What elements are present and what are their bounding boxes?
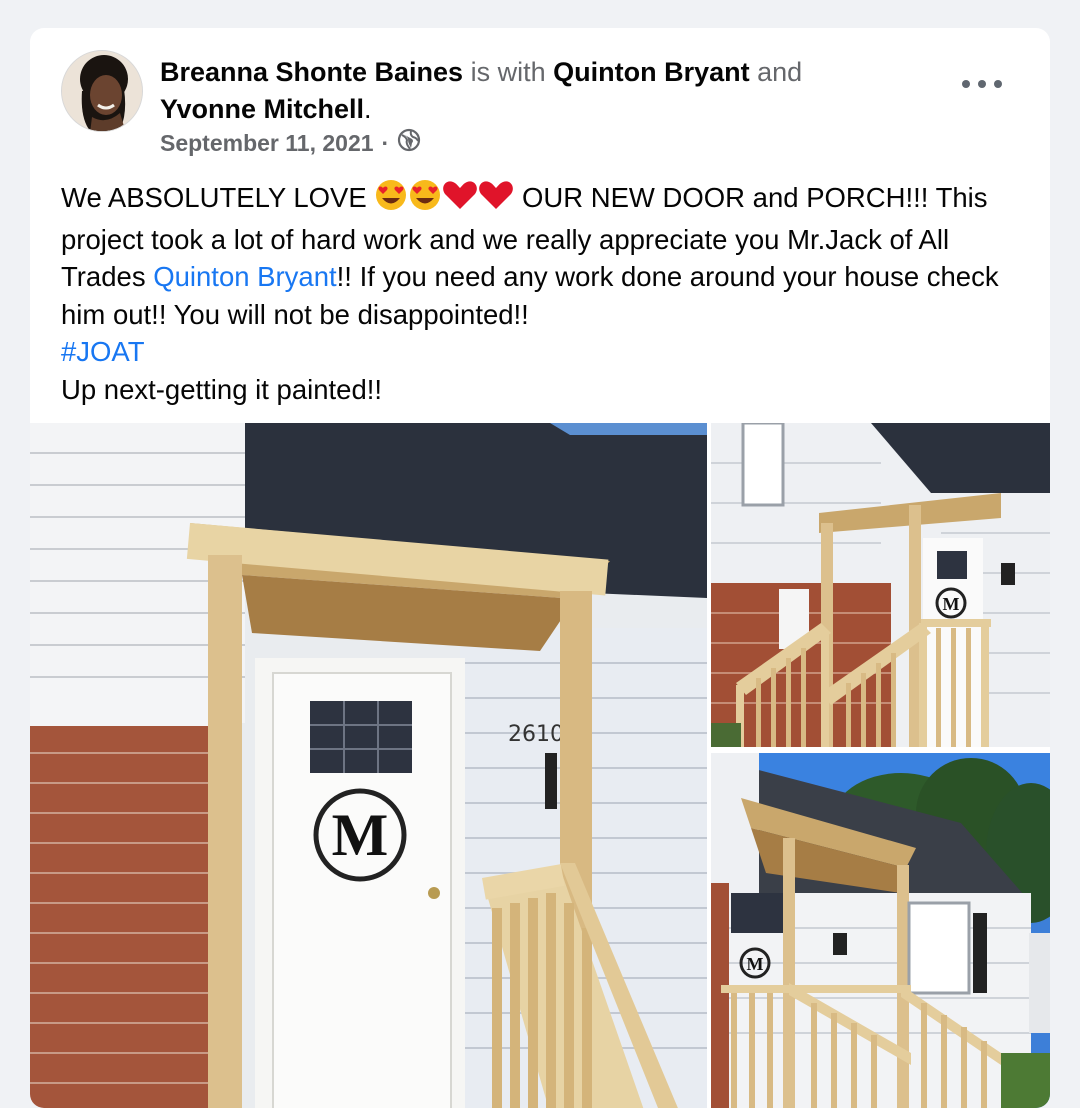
post-date[interactable]: September 11, 2021 [160, 130, 374, 157]
tagged-user-1[interactable]: Quinton Bryant [553, 57, 750, 87]
author-name[interactable]: Breanna Shonte Baines [160, 57, 463, 87]
hashtag-link[interactable]: #JOAT [61, 336, 145, 367]
door-monogram-3: M [747, 954, 764, 974]
meta-separator: · [381, 129, 390, 156]
post-meta: September 11, 2021 · [160, 128, 421, 158]
more-options-icon[interactable] [962, 72, 1002, 96]
tagged-user-2[interactable]: Yvonne Mitchell [160, 94, 364, 124]
door-monogram-2: M [943, 594, 960, 614]
heart-eyes-emoji [374, 179, 408, 221]
mention-link[interactable]: Quinton Bryant [153, 261, 336, 292]
heart-eyes-emoji [408, 179, 442, 221]
dot-1 [962, 80, 970, 88]
and-text: and [749, 57, 803, 87]
photo-main[interactable]: M 2610 [30, 423, 707, 1108]
post-card: Breanna Shonte Baines is with Quinton Br… [30, 28, 1050, 1108]
door-monogram: M [332, 802, 389, 868]
photo-side-bottom[interactable]: M [711, 753, 1050, 1108]
red-heart-emoji [478, 179, 514, 221]
post-text: We ABSOLUTELY LOVE OUR NEW DOOR and PORC… [61, 179, 1031, 408]
photo-side-top[interactable]: M [711, 423, 1050, 747]
post-header: Breanna Shonte Baines is with Quinton Br… [160, 54, 920, 128]
period: . [364, 94, 372, 124]
globe-icon[interactable] [397, 128, 421, 158]
dot-2 [978, 80, 986, 88]
photo-grid: M 2610 M M [30, 423, 1050, 1108]
dot-3 [994, 80, 1002, 88]
red-heart-emoji [442, 179, 478, 221]
with-text: is with [463, 57, 554, 87]
house-number: 2610 [508, 722, 564, 747]
text-part-4: Up next-getting it painted!! [61, 373, 383, 405]
text-part-1: We ABSOLUTELY LOVE [61, 182, 375, 213]
author-avatar[interactable] [61, 50, 143, 132]
